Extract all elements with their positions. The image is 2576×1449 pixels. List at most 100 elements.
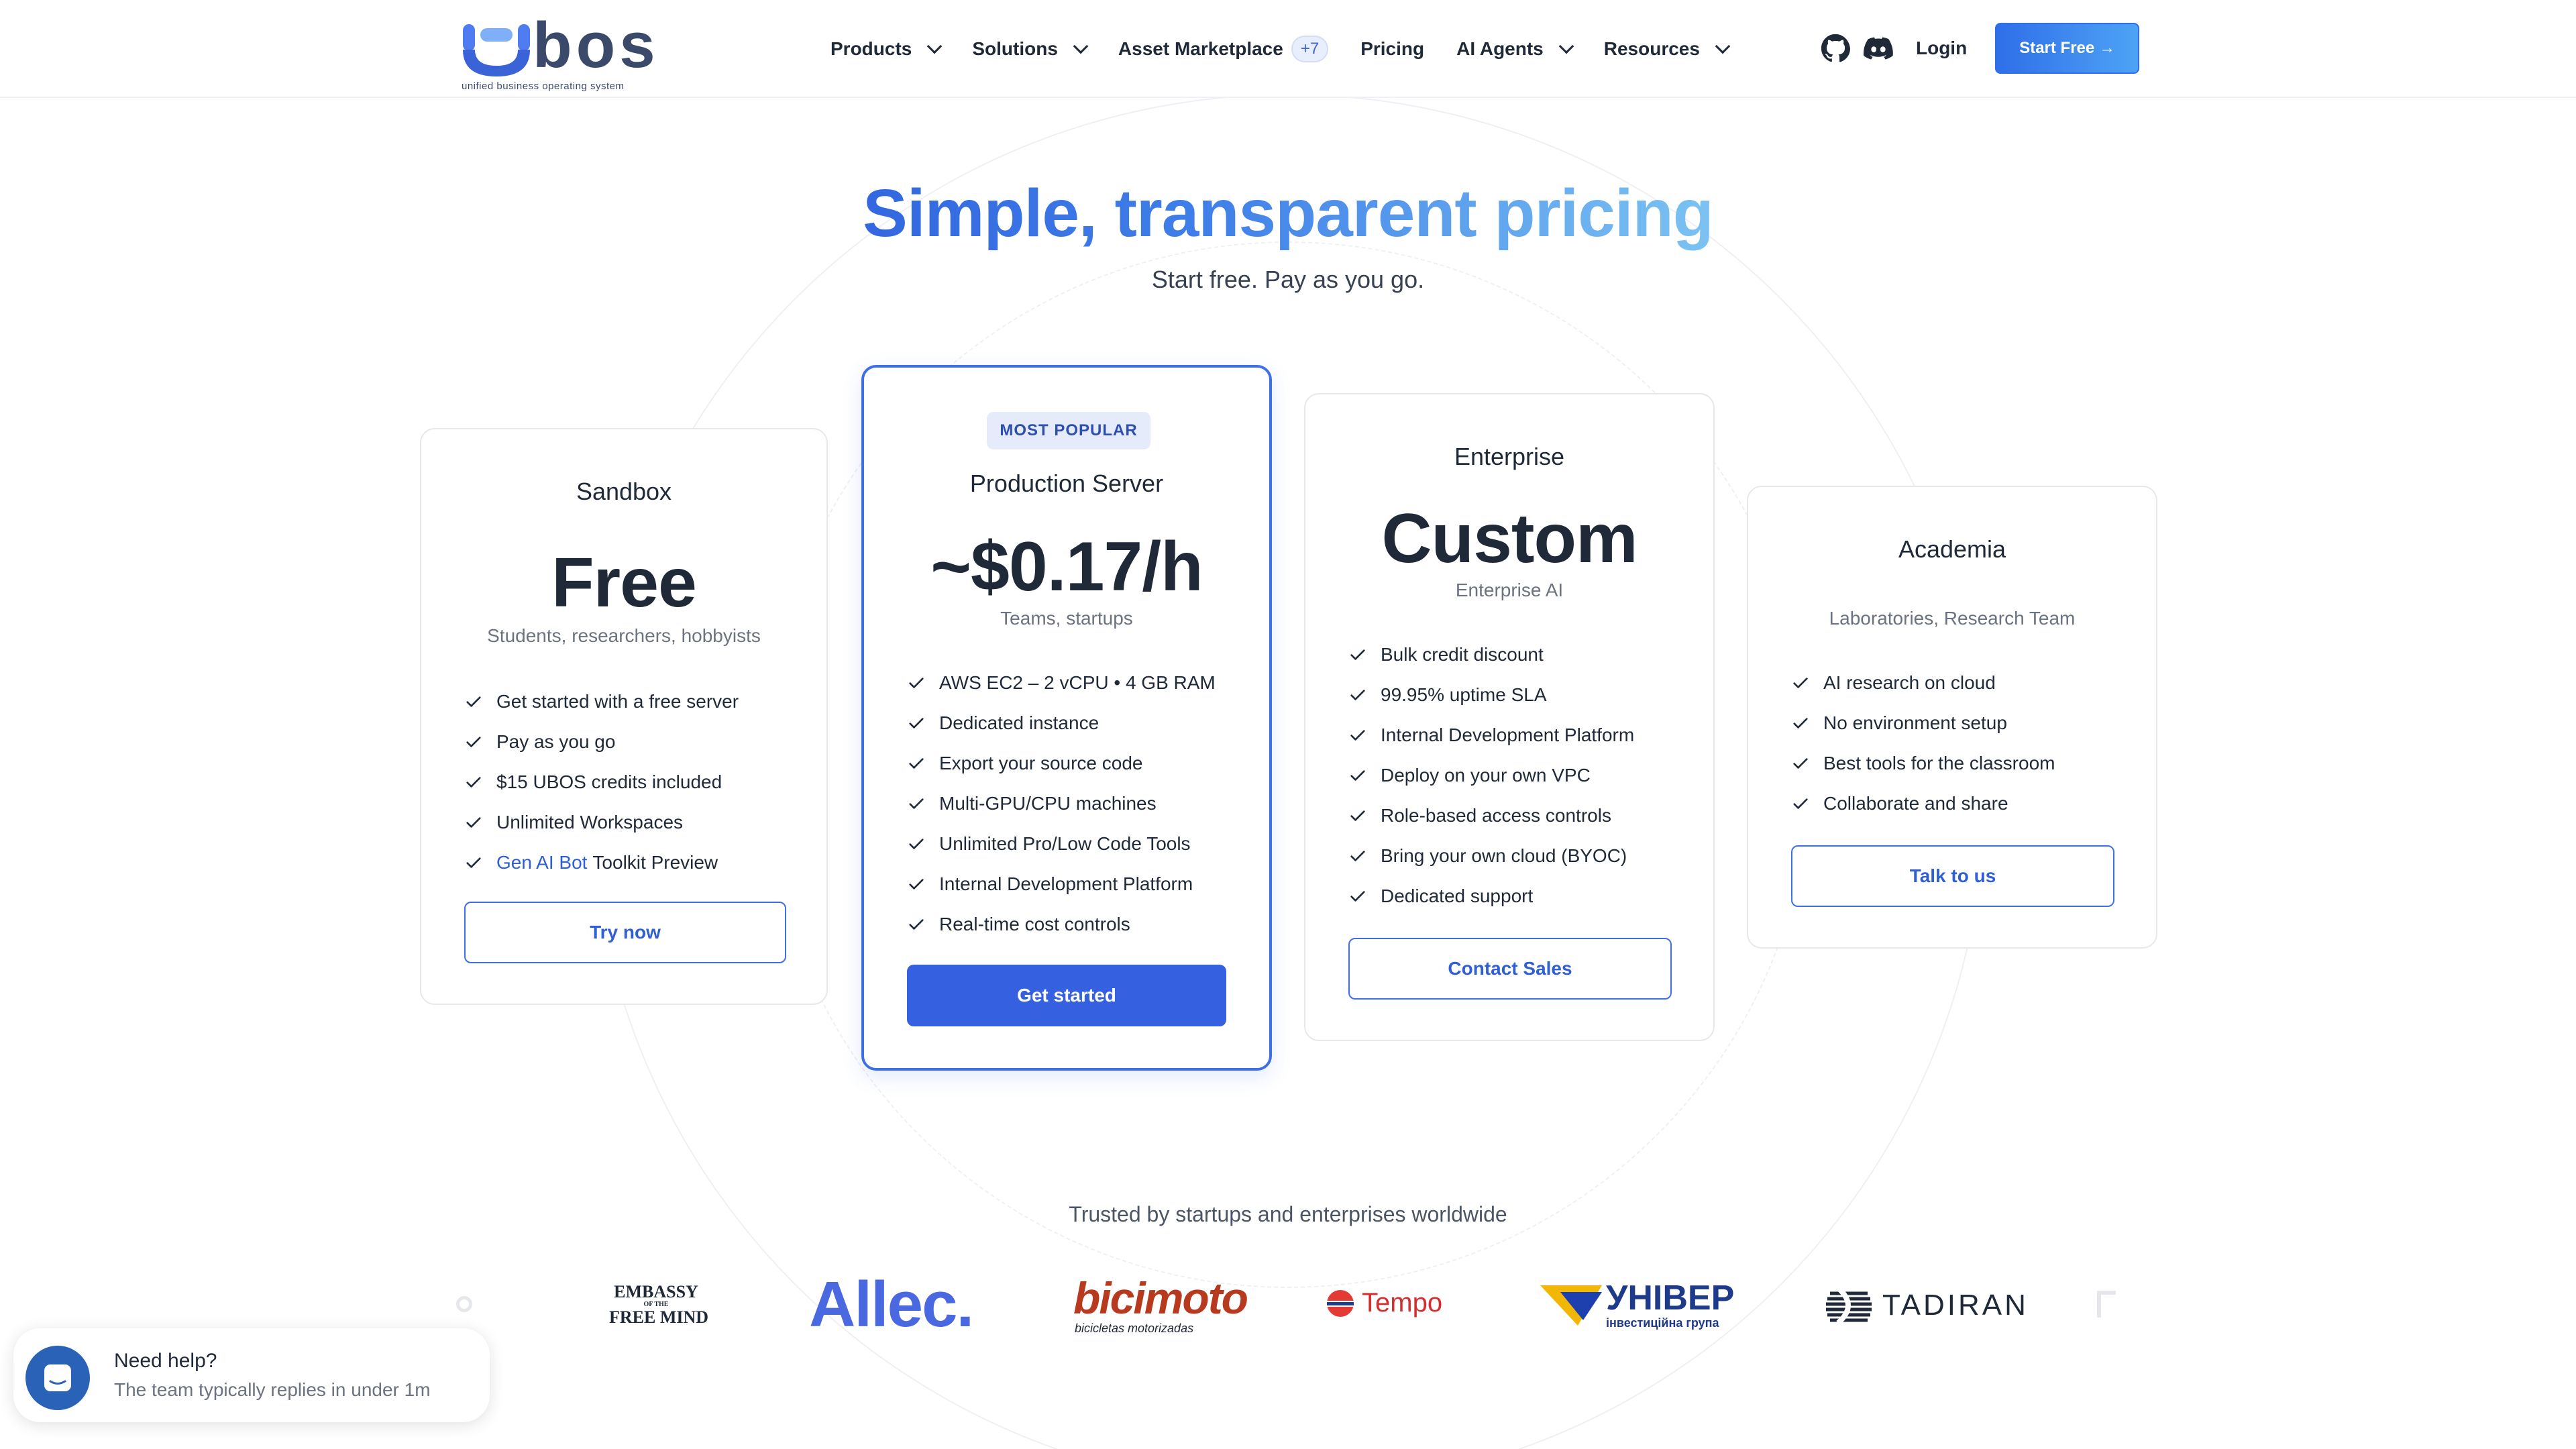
ubos-logo[interactable]: bos unified business operating system — [460, 13, 661, 93]
check-icon — [466, 696, 481, 707]
start-free-button[interactable]: Start Free → — [1995, 23, 2139, 74]
feature-item: Dedicated instance — [907, 703, 1216, 743]
plan-card-enterprise: Enterprise Custom Enterprise AI Bulk cre… — [1304, 393, 1715, 1041]
plan-price: Custom — [1381, 500, 1638, 578]
feature-text: Export your source code — [939, 753, 1143, 773]
feature-item: 99.95% uptime SLA — [1348, 675, 1634, 715]
feature-item: AI research on cloud — [1791, 663, 2055, 703]
plan-card-sandbox: Sandbox Free Students, researchers, hobb… — [420, 428, 828, 1005]
login-link[interactable]: Login — [1916, 38, 1967, 59]
chat-bubble-icon — [44, 1364, 71, 1391]
feature-text: Dedicated instance — [939, 712, 1099, 733]
check-icon — [909, 678, 924, 688]
bicimoto-tagline: bicicletas motorizadas — [1075, 1322, 1194, 1335]
embassy-free-mind-logo: EMBASSY OF THE FREE MIND — [609, 1283, 709, 1327]
feature-item: Best tools for the classroom — [1791, 743, 2055, 784]
tempo-mark-icon — [1327, 1289, 1354, 1317]
marketplace-count-badge: +7 — [1291, 36, 1329, 62]
feature-text: Internal Development Platform — [939, 873, 1193, 894]
plan-features: AWS EC2 – 2 vCPU • 4 GB RAM Dedicated in… — [907, 663, 1216, 945]
top-navbar: bos unified business operating system Pr… — [0, 0, 2576, 98]
get-started-button[interactable]: Get started — [907, 965, 1226, 1026]
check-icon — [1350, 851, 1365, 861]
try-now-button[interactable]: Try now — [464, 902, 786, 963]
talk-to-us-button[interactable]: Talk to us — [1791, 845, 2114, 907]
contact-sales-button[interactable]: Contact Sales — [1348, 938, 1672, 1000]
page-title-text: Simple, transparent pricing — [863, 176, 1714, 251]
most-popular-badge: MOST POPULAR — [987, 412, 1150, 449]
bicimoto-logo: bicimoto bicicletas motorizadas — [1073, 1273, 1248, 1336]
check-icon — [466, 817, 481, 828]
check-icon — [1350, 649, 1365, 660]
feature-item: Dedicated support — [1348, 876, 1634, 916]
logo-tagline: unified business operating system — [462, 80, 625, 92]
menu-asset-marketplace[interactable]: Asset Marketplace +7 — [1118, 36, 1329, 62]
plan-audience: Enterprise AI — [1455, 580, 1564, 600]
trusted-heading: Trusted by startups and enterprises worl… — [1069, 1202, 1507, 1226]
feature-text: $15 UBOS credits included — [496, 771, 722, 792]
menu-products[interactable]: Products — [830, 38, 943, 60]
check-icon — [909, 879, 924, 890]
menu-pricing-label: Pricing — [1360, 38, 1425, 59]
tempo-logo: Tempo — [1326, 1288, 1442, 1318]
feature-text: Unlimited Workspaces — [496, 812, 684, 833]
feature-item: Bring your own cloud (BYOC) — [1348, 836, 1634, 876]
feature-item: Internal Development Platform — [907, 864, 1216, 904]
plan-price: Free — [551, 544, 697, 622]
feature-item: Internal Development Platform — [1348, 715, 1634, 755]
gen-ai-bot-link[interactable]: Gen AI Bot — [496, 852, 587, 873]
plan-audience: Students, researchers, hobbyists — [487, 625, 761, 646]
feature-text: Get started with a free server — [496, 691, 739, 712]
partial-logo-right — [2097, 1291, 2116, 1318]
plan-features: Bulk credit discount 99.95% uptime SLA I… — [1348, 635, 1634, 916]
check-icon — [909, 919, 924, 930]
feature-text: Unlimited Pro/Low Code Tools — [939, 833, 1191, 854]
discord-icon[interactable] — [1864, 34, 1893, 63]
tempo-wordmark: Tempo — [1362, 1288, 1443, 1318]
menu-resources[interactable]: Resources — [1604, 38, 1731, 60]
feature-text: Pay as you go — [496, 731, 616, 752]
menu-pricing[interactable]: Pricing — [1360, 38, 1424, 60]
allec-logo: Allec. — [809, 1269, 974, 1340]
check-icon — [909, 839, 924, 849]
plan-name: Academia — [1898, 535, 2006, 563]
chevron-down-icon — [1558, 38, 1574, 54]
chevron-down-icon — [927, 38, 943, 54]
github-icon[interactable] — [1821, 34, 1850, 63]
menu-solutions-label: Solutions — [972, 38, 1058, 59]
feature-item: No environment setup — [1791, 703, 2055, 743]
check-icon — [1793, 798, 1808, 809]
check-icon — [1793, 758, 1808, 769]
feature-item: Unlimited Workspaces — [464, 802, 739, 843]
chat-bubble-icon — [25, 1346, 90, 1410]
check-icon — [466, 737, 481, 747]
feature-text: No environment setup — [1823, 712, 2007, 733]
chevron-down-icon — [1715, 38, 1731, 54]
feature-text: Role-based access controls — [1381, 805, 1611, 826]
menu-ai-agents[interactable]: AI Agents — [1456, 38, 1574, 60]
feature-item: $15 UBOS credits included — [464, 762, 739, 802]
check-icon — [909, 758, 924, 769]
plan-features: AI research on cloud No environment setu… — [1791, 663, 2055, 824]
univer-logo: УНІВЕР інвестиційна група — [1540, 1280, 1734, 1330]
feature-text: Collaborate and share — [1823, 793, 2008, 814]
bicimoto-wordmark: bicimoto — [1073, 1273, 1248, 1323]
check-icon — [1350, 891, 1365, 902]
partial-logo-left — [456, 1296, 472, 1312]
feature-text: Dedicated support — [1381, 885, 1534, 906]
feature-item: Export your source code — [907, 743, 1216, 784]
embassy-line3: FREE MIND — [609, 1307, 709, 1327]
feature-item: Deploy on your own VPC — [1348, 755, 1634, 796]
check-icon — [1350, 770, 1365, 781]
chevron-down-icon — [1073, 38, 1089, 54]
page-subtitle: Start free. Pay as you go. — [1151, 266, 1425, 293]
menu-asset-marketplace-label: Asset Marketplace — [1118, 38, 1283, 59]
univer-tagline: інвестиційна група — [1606, 1316, 1719, 1330]
nav-actions: Login Start Free → — [1821, 23, 2139, 74]
feature-text: AI research on cloud — [1823, 672, 1996, 693]
menu-ai-agents-label: AI Agents — [1456, 38, 1544, 59]
help-chat-widget[interactable]: Need help? The team typically replies in… — [13, 1328, 490, 1422]
menu-solutions[interactable]: Solutions — [972, 38, 1089, 60]
main-menu: Products Solutions Asset Marketplace +7 P… — [830, 31, 1760, 67]
check-icon — [1793, 678, 1808, 688]
